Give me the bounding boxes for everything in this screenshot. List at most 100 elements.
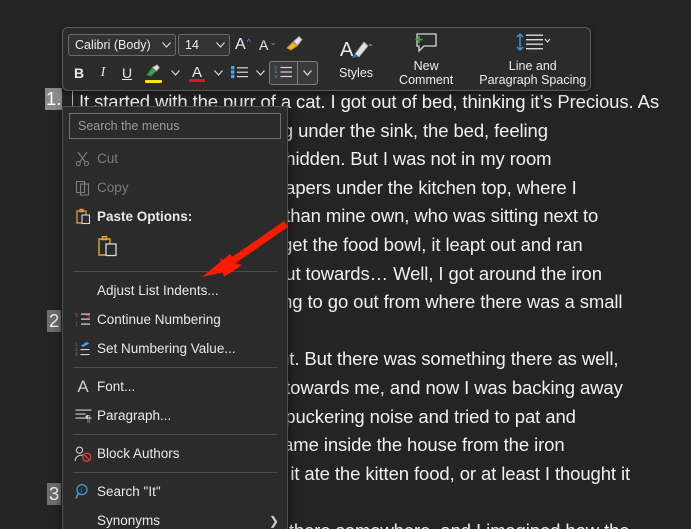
menu-item-block-authors-label: Block Authors [97,446,180,461]
line-spacing-line1: Line and [508,59,557,73]
menu-item-search-it[interactable]: i Search "It" [63,477,287,506]
caret-up-icon: ^ [246,37,251,47]
font-size-combobox[interactable]: 14 [178,34,230,56]
menu-item-adjust-list-indents-label: Adjust List Indents... [97,283,219,298]
text-highlight-color-button[interactable] [140,63,167,83]
list-number-3: 3 [47,483,62,505]
toolbar-row-top: Calibri (Body) 14 A ^ A ⌄ [66,31,320,59]
font-size-value: 14 [185,38,199,52]
search-the-menus-input[interactable]: Search the menus [69,113,281,139]
styles-icon: A [339,38,373,63]
copy-icon [69,180,97,196]
menu-item-adjust-list-indents[interactable]: Adjust List Indents... [63,276,287,305]
menu-item-synonyms[interactable]: Synonyms ❯ [63,506,287,529]
numbering-button[interactable]: 1 2 3 [269,61,318,85]
menu-item-paragraph-label: Paragraph... [97,408,172,423]
paragraph-icon: ¶ [69,408,97,423]
search-menus-placeholder: Search the menus [78,119,180,133]
menu-item-paste-options-label: Paste Options: [97,209,193,224]
underline-button[interactable]: U [116,61,138,85]
toolbar-group-comment: New Comment [389,28,463,90]
font-name-value: Calibri (Body) [75,38,151,52]
scissors-icon [69,151,97,167]
toolbar-group-spacing: Line and Paragraph Spacing [469,28,590,90]
menu-item-set-numbering-value-label: Set Numbering Value... [97,341,236,356]
mini-formatting-toolbar[interactable]: Calibri (Body) 14 A ^ A ⌄ B I U A 1 2 3 … [62,27,591,91]
word-editor-screen: 1. 2 3 It started with the purr of a cat… [0,0,691,529]
font-icon: A [77,377,89,396]
new-comment-icon [412,31,440,56]
font-name-combobox[interactable]: Calibri (Body) [68,34,176,56]
chevron-right-icon: ❯ [268,513,279,528]
grow-font-icon: A [235,36,246,53]
shrink-font-icon: A [259,37,269,53]
chevron-down-icon [216,40,225,50]
continue-numbering-icon: 9 1 [69,312,97,328]
block-authors-icon [69,446,97,462]
new-comment-button[interactable]: New Comment [392,28,460,90]
svg-text:¶: ¶ [85,414,90,423]
menu-item-continue-numbering[interactable]: 9 1 Continue Numbering [63,305,287,334]
bullets-button[interactable] [227,61,252,85]
paste-options-row[interactable] [63,231,287,267]
menu-item-continue-numbering-label: Continue Numbering [97,312,221,327]
toolbar-group-font: Calibri (Body) 14 A ^ A ⌄ B I U A 1 2 3 [63,28,323,90]
svg-text:9: 9 [75,313,78,319]
menu-item-block-authors[interactable]: Block Authors [63,439,287,468]
menu-divider [73,367,277,368]
new-comment-line2: Comment [399,73,454,87]
paintbrush-icon [285,35,304,55]
font-color-icon: A [191,63,202,81]
line-paragraph-spacing-button[interactable]: Line and Paragraph Spacing [472,28,590,90]
svg-text:1: 1 [75,322,78,328]
svg-text:3: 3 [75,351,78,356]
svg-text:3: 3 [275,74,278,79]
list-number-2: 2 [47,310,62,332]
grow-font-button[interactable]: A ^ [232,33,254,57]
svg-text:i: i [80,487,82,494]
search-icon: i [69,483,97,500]
format-painter-button[interactable] [282,33,307,57]
numbering-chevron-down-icon[interactable] [298,69,317,78]
italic-button[interactable]: I [92,61,114,85]
bullet-list-icon [230,64,249,82]
highlight-chevron-down-icon[interactable] [169,69,182,78]
highlight-color-swatch [145,79,162,83]
menu-item-paragraph[interactable]: ¶ Paragraph... [63,401,287,430]
menu-divider [73,434,277,435]
font-color-button[interactable]: A [184,65,210,82]
menu-item-font-label: Font... [97,379,136,394]
svg-text:A: A [340,39,354,60]
toolbar-row-bottom: B I U A 1 2 3 [66,59,320,87]
menu-item-copy[interactable]: Copy [63,173,287,202]
toolbar-group-styles: A Styles [329,28,383,90]
font-color-chevron-down-icon[interactable] [212,69,225,78]
numbered-list-icon: 1 2 3 [270,64,297,82]
menu-item-search-it-label: Search "It" [97,484,161,499]
list-number-1: 1. [45,88,63,110]
styles-button[interactable]: A Styles [332,34,380,84]
clipboard-icon [69,208,97,225]
caret-down-icon: ⌄ [269,36,277,47]
menu-item-cut[interactable]: Cut [63,144,287,173]
styles-label: Styles [339,66,374,80]
context-menu[interactable]: Search the menus Cut Copy Paste Options:… [62,106,288,529]
menu-item-synonyms-label: Synonyms [97,513,161,528]
menu-divider [73,271,277,272]
menu-item-set-numbering-value[interactable]: 1 2 3 Set Numbering Value... [63,334,287,363]
menu-item-paste-options: Paste Options: [63,202,287,231]
bold-button[interactable]: B [68,61,90,85]
shrink-font-button[interactable]: A ⌄ [256,33,280,57]
highlighter-icon [145,63,162,81]
new-comment-line1: New [413,59,439,73]
chevron-down-icon [162,40,171,50]
menu-divider [73,472,277,473]
menu-item-cut-label: Cut [97,151,119,166]
bullets-chevron-down-icon[interactable] [254,69,267,78]
menu-item-font[interactable]: A Font... [63,372,287,401]
menu-item-copy-label: Copy [97,180,129,195]
line-spacing-line2: Paragraph Spacing [479,73,587,87]
line-spacing-icon [514,31,552,56]
set-numbering-icon: 1 2 3 [69,341,97,357]
clipboard-text-icon[interactable] [97,235,119,264]
